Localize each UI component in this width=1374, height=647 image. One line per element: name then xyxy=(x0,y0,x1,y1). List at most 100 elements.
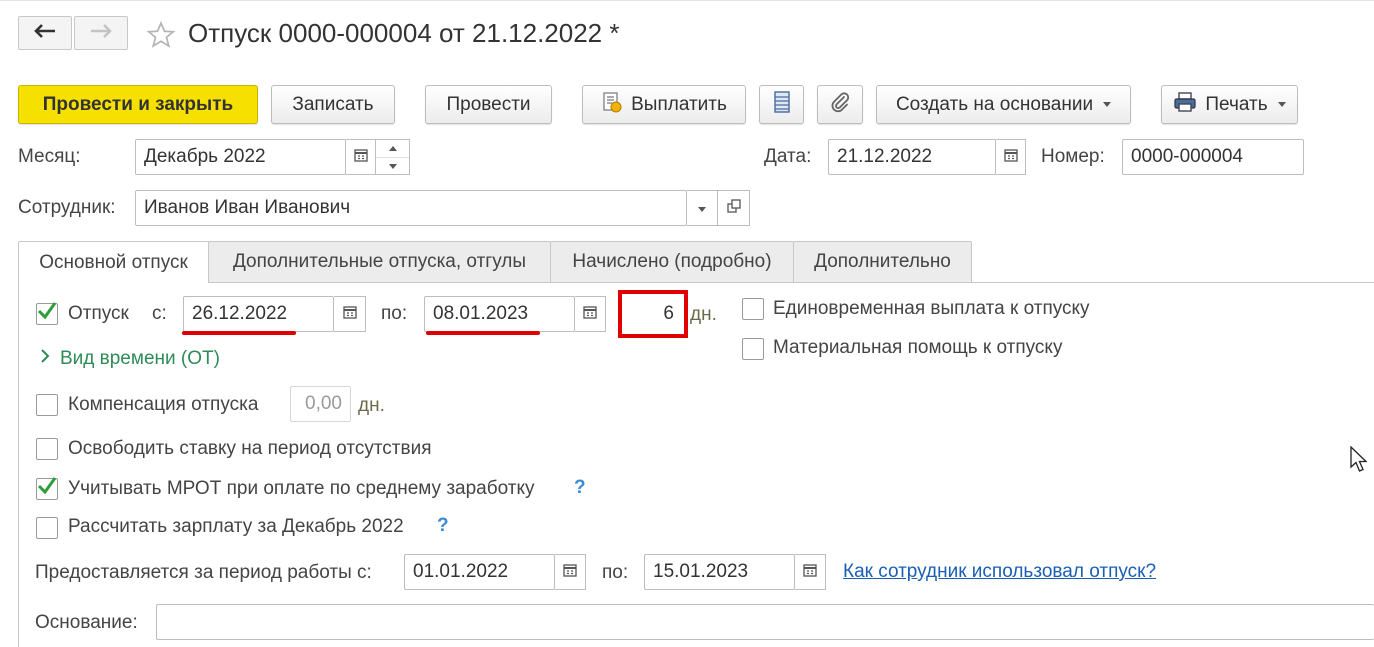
report-button[interactable] xyxy=(759,85,804,124)
mrot-help-icon[interactable]: ? xyxy=(574,477,586,499)
vacation-days-field[interactable]: 6 xyxy=(618,290,688,338)
tab-additional[interactable]: Дополнительно xyxy=(793,241,972,282)
arrow-right-icon xyxy=(90,22,112,44)
mouse-cursor-icon xyxy=(1350,445,1368,480)
mrot-label: Учитывать МРОТ при оплате по среднему за… xyxy=(68,478,535,499)
employee-open-button[interactable] xyxy=(718,190,750,226)
printer-icon xyxy=(1173,91,1197,119)
material-help-label: Материальная помощь к отпуску xyxy=(773,337,1063,358)
tab-label: Начислено (подробно) xyxy=(572,251,772,272)
month-value: Декабрь 2022 xyxy=(144,146,266,167)
number-field[interactable]: 0000-000004 xyxy=(1122,139,1304,175)
tab-main-vacation[interactable]: Основной отпуск xyxy=(18,241,209,283)
vacation-usage-link[interactable]: Как сотрудник использовал отпуск? xyxy=(843,561,1156,583)
basis-field[interactable] xyxy=(156,604,1374,640)
create-based-on-button[interactable]: Создать на основании xyxy=(876,85,1131,124)
vacation-from-calendar-button[interactable] xyxy=(334,296,366,332)
back-button[interactable] xyxy=(18,16,72,50)
free-rate-checkbox[interactable] xyxy=(36,438,58,460)
compensation-checkbox[interactable] xyxy=(36,394,58,416)
stepper-up-icon[interactable] xyxy=(376,140,409,158)
period-from-field[interactable]: 01.01.2022 xyxy=(404,554,555,590)
employee-label: Сотрудник: xyxy=(18,197,116,218)
create-based-on-label: Создать на основании xyxy=(895,93,1094,115)
to-label: по: xyxy=(381,303,408,324)
period-to-calendar-button[interactable] xyxy=(795,554,826,590)
highlight-underline-from xyxy=(182,331,296,335)
vacation-from-value: 26.12.2022 xyxy=(192,303,288,324)
calendar-icon xyxy=(1003,146,1018,168)
period-to-label: по: xyxy=(602,562,629,583)
chevron-down-icon xyxy=(697,197,707,219)
vacation-to-value: 08.01.2023 xyxy=(433,303,529,324)
print-button[interactable]: Печать xyxy=(1161,85,1298,124)
top-border xyxy=(0,0,1374,1)
highlight-underline-to xyxy=(426,331,540,335)
calc-salary-help-icon[interactable]: ? xyxy=(437,515,449,537)
compensation-days-value: 0,00 xyxy=(305,393,342,414)
page-title: Отпуск 0000-000004 от 21.12.2022 * xyxy=(188,18,620,48)
vacation-to-calendar-button[interactable] xyxy=(575,296,606,332)
post-label: Провести xyxy=(446,93,531,115)
tab-label: Дополнительно xyxy=(814,251,951,272)
employee-field[interactable]: Иванов Иван Иванович xyxy=(135,190,687,226)
tab-underline xyxy=(208,282,1374,283)
vacation-to-field[interactable]: 08.01.2023 xyxy=(424,296,575,332)
checkmark-icon xyxy=(37,302,57,326)
period-label: Предоставляется за период работы с: xyxy=(35,562,372,583)
save-button[interactable]: Записать xyxy=(271,85,395,124)
pay-button[interactable]: Выплатить xyxy=(582,85,746,124)
period-from-value: 01.01.2022 xyxy=(413,561,509,582)
calc-salary-checkbox[interactable] xyxy=(36,517,58,539)
vacation-from-field[interactable]: 26.12.2022 xyxy=(183,296,334,332)
list-report-icon xyxy=(773,90,790,119)
month-calendar-button[interactable] xyxy=(346,139,376,175)
compensation-label: Компенсация отпуска xyxy=(68,394,259,415)
employee-dropdown-button[interactable] xyxy=(687,190,718,226)
material-help-checkbox[interactable] xyxy=(742,338,764,360)
post-and-close-button[interactable]: Провести и закрыть xyxy=(18,85,258,124)
period-to-value: 15.01.2023 xyxy=(653,561,749,582)
checkmark-icon xyxy=(37,477,57,501)
date-calendar-button[interactable] xyxy=(996,139,1026,175)
calendar-icon xyxy=(342,303,357,325)
calc-salary-label: Рассчитать зарплату за Декабрь 2022 xyxy=(68,516,404,537)
stepper-down-icon[interactable] xyxy=(376,158,409,175)
chevron-down-icon xyxy=(1103,102,1112,107)
date-label: Дата: xyxy=(764,146,812,167)
post-button[interactable]: Провести xyxy=(425,85,552,124)
period-to-field[interactable]: 15.01.2023 xyxy=(644,554,795,590)
compensation-days-field[interactable]: 0,00 xyxy=(290,386,351,422)
number-label: Номер: xyxy=(1041,146,1105,167)
vacation-label: Отпуск xyxy=(68,303,129,324)
vacation-days-value: 6 xyxy=(663,303,674,324)
mrot-checkbox[interactable] xyxy=(36,477,58,501)
number-value: 0000-000004 xyxy=(1131,146,1243,167)
one-time-payment-checkbox[interactable] xyxy=(742,298,764,320)
period-from-calendar-button[interactable] xyxy=(555,554,586,590)
favorite-star-icon[interactable] xyxy=(146,20,176,56)
month-stepper[interactable] xyxy=(376,139,410,175)
tab-accrued-details[interactable]: Начислено (подробно) xyxy=(550,241,794,282)
one-time-payment-label: Единовременная выплата к отпуску xyxy=(773,298,1090,319)
save-label: Записать xyxy=(292,93,374,115)
pay-label: Выплатить xyxy=(631,93,727,115)
time-kind-toggle[interactable]: Вид времени (ОТ) xyxy=(40,348,220,370)
employee-value: Иванов Иван Иванович xyxy=(144,197,351,218)
tab-additional-vacations[interactable]: Дополнительные отпуска, отгулы xyxy=(208,241,551,282)
tab-label: Дополнительные отпуска, отгулы xyxy=(232,251,527,272)
from-label: с: xyxy=(152,303,167,324)
attach-button[interactable] xyxy=(817,85,863,124)
compensation-days-unit: дн. xyxy=(358,395,385,416)
vacation-checkbox[interactable] xyxy=(36,302,58,326)
calendar-icon xyxy=(353,146,368,168)
paperclip-icon xyxy=(830,91,850,119)
calendar-icon xyxy=(583,303,597,325)
arrow-left-icon xyxy=(34,22,56,44)
chevron-down-icon xyxy=(1277,102,1286,107)
print-label: Печать xyxy=(1205,93,1268,115)
pay-document-icon xyxy=(601,91,623,119)
month-field[interactable]: Декабрь 2022 xyxy=(135,139,346,175)
date-field[interactable]: 21.12.2022 xyxy=(828,139,996,175)
forward-button[interactable] xyxy=(74,16,128,50)
